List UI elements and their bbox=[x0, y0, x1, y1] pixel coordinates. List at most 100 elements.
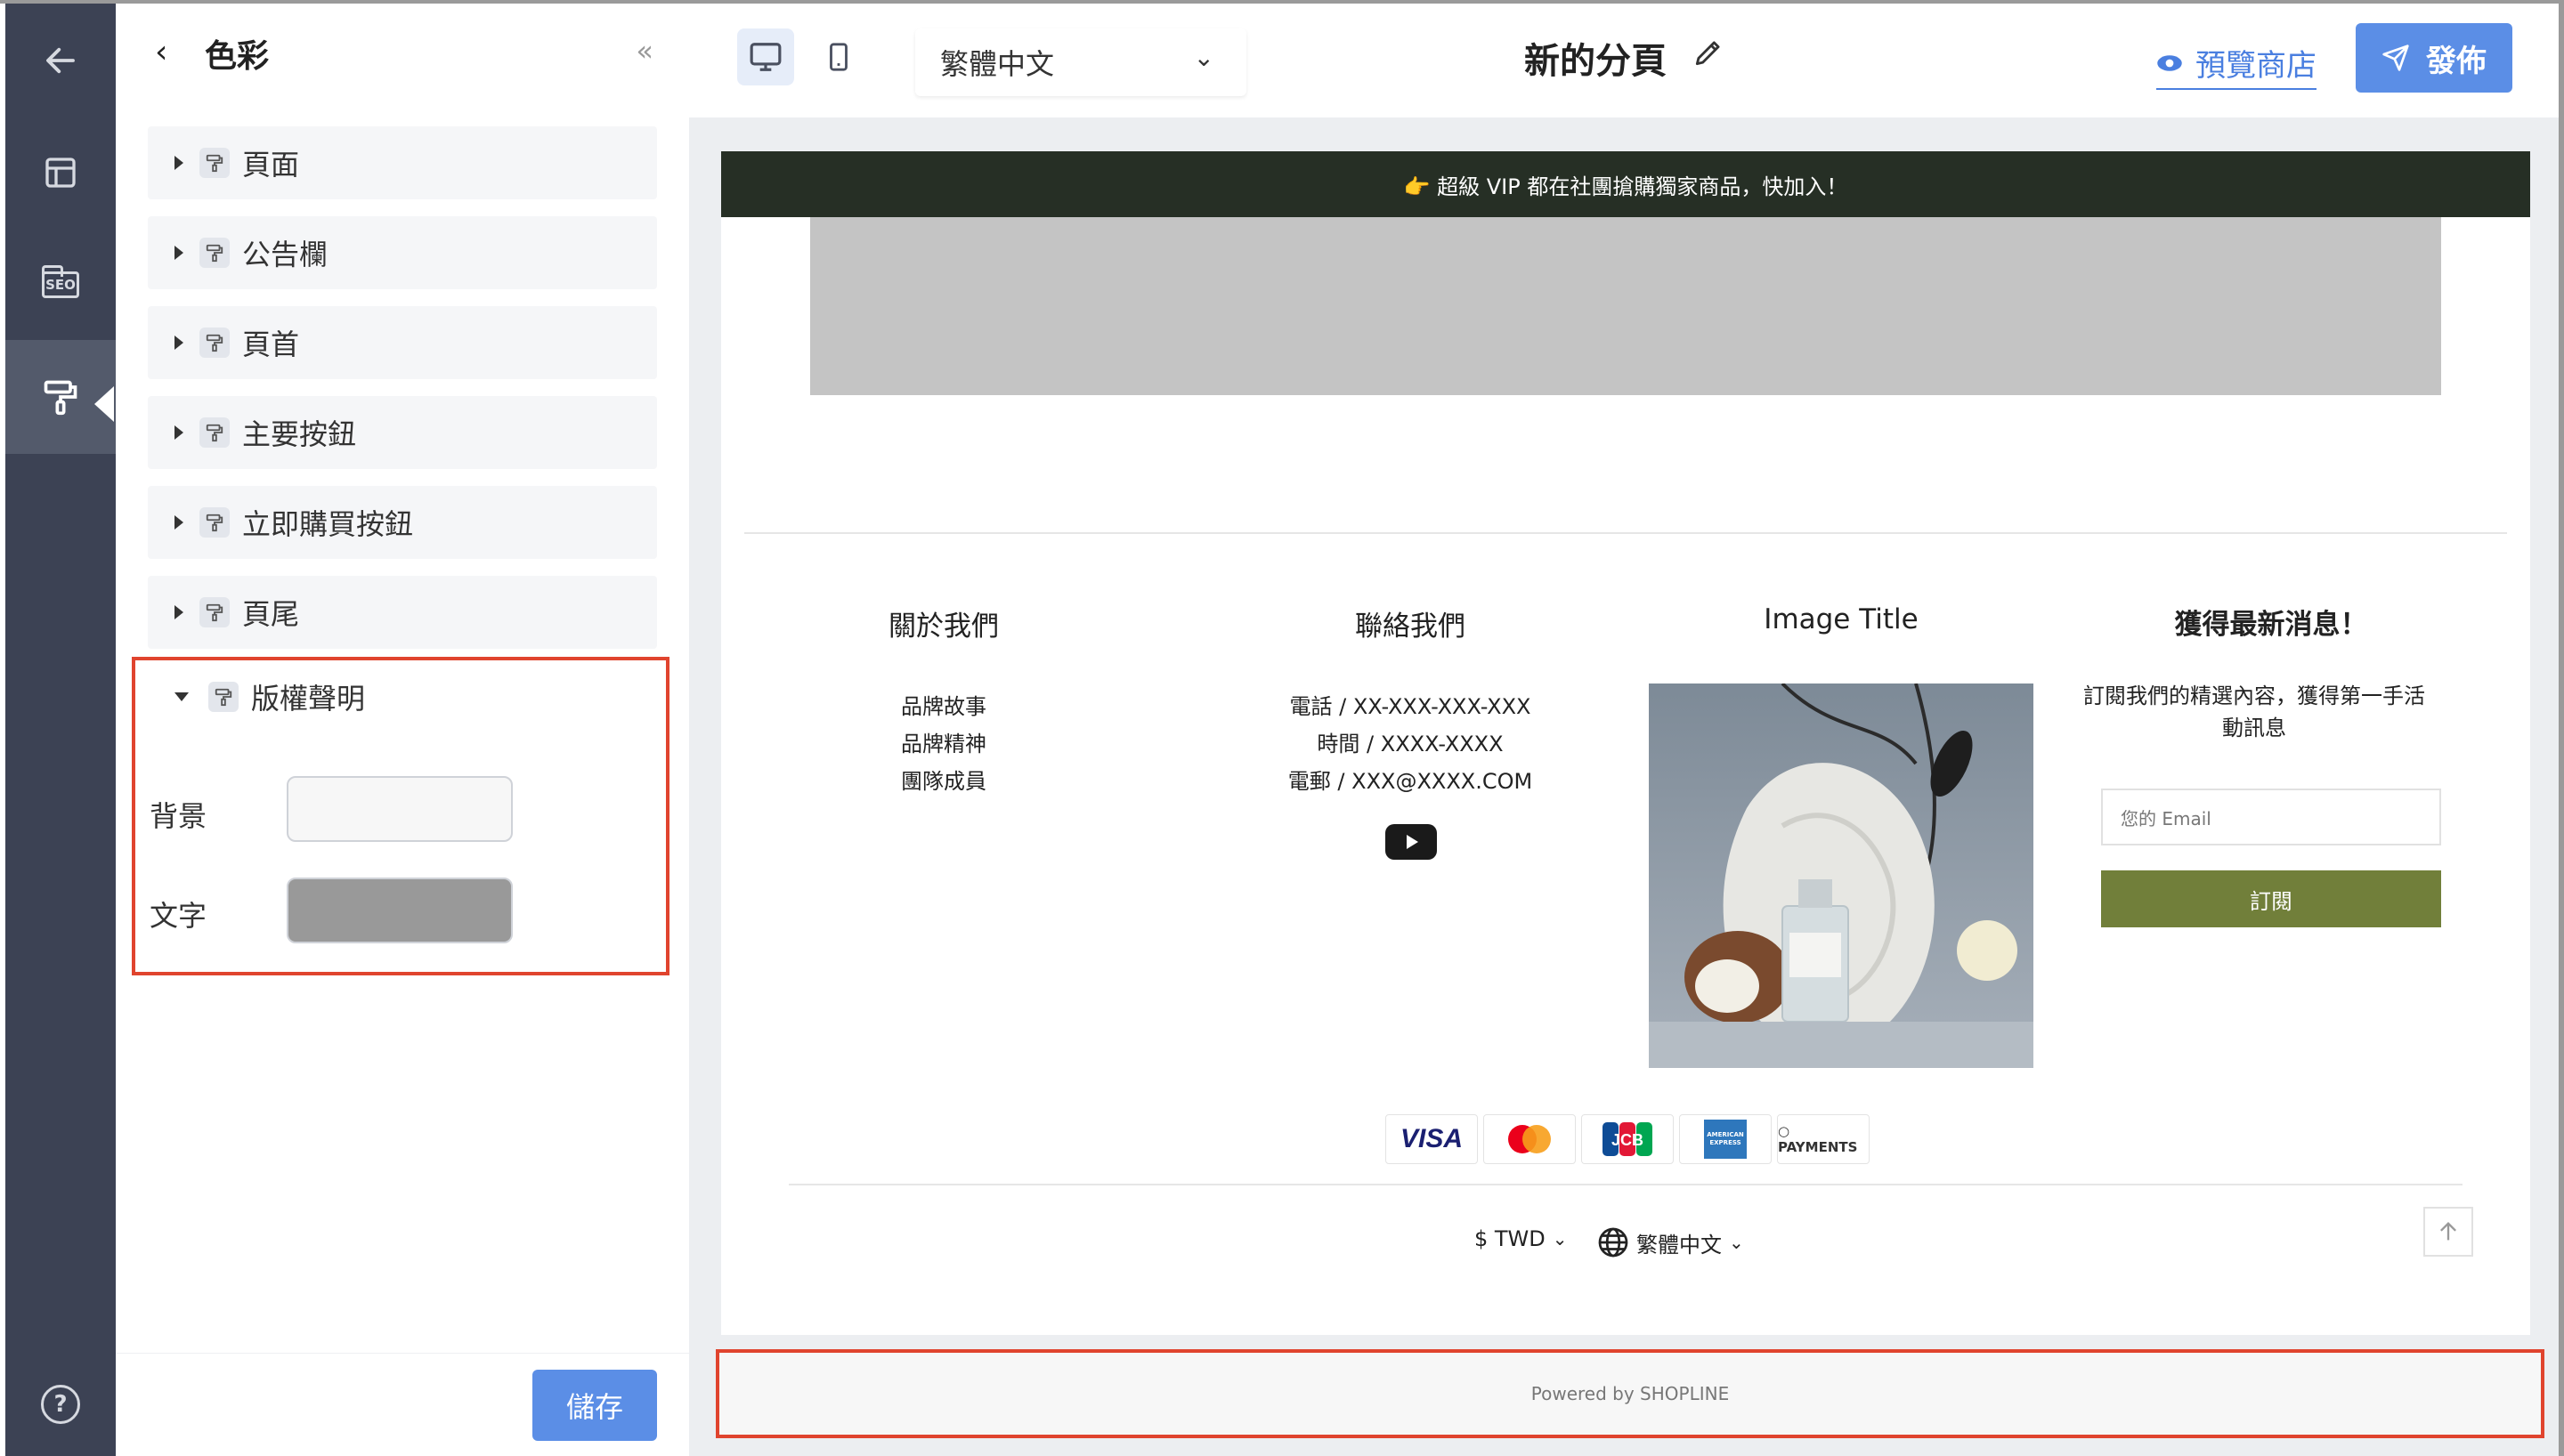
arrow-up-icon bbox=[2440, 1222, 2456, 1241]
seo-icon: SEO bbox=[42, 265, 79, 298]
language-select[interactable]: 繁體中文 ⌄ bbox=[915, 28, 1246, 96]
contact-hours: 時間 / XXXX-XXXX bbox=[1317, 732, 1504, 756]
window-frame-right bbox=[2559, 0, 2564, 1456]
section-label: 頁尾 bbox=[242, 597, 300, 631]
layout-icon bbox=[45, 158, 76, 188]
section-primary-button[interactable]: 主要按鈕 bbox=[148, 396, 657, 469]
store-language-selector[interactable]: 繁體中文 ⌄ bbox=[1597, 1226, 1744, 1258]
subscribe-button[interactable]: 訂閱 bbox=[2101, 870, 2441, 927]
editor-topbar: 繁體中文 ⌄ 新的分頁 預覽商店 發佈 bbox=[689, 4, 2559, 117]
section-label: 頁首 bbox=[242, 328, 300, 361]
language-select-value: 繁體中文 bbox=[940, 47, 1055, 81]
copyright-bar[interactable]: Powered by SHOPLINE bbox=[716, 1349, 2544, 1438]
currency-selector[interactable]: $ TWD ⌄ bbox=[1474, 1226, 1568, 1251]
background-color-swatch[interactable] bbox=[287, 776, 513, 842]
contact-us-title: 聯絡我們 bbox=[1355, 611, 1465, 643]
paint-roller-icon bbox=[199, 238, 230, 268]
about-link-brand-spirit[interactable]: 品牌精神 bbox=[837, 726, 1051, 757]
seo-button[interactable]: SEO bbox=[5, 228, 116, 342]
footer-bottom-divider bbox=[789, 1184, 2463, 1185]
section-copyright-header[interactable]: 版權聲明 bbox=[151, 660, 661, 733]
about-link-team[interactable]: 團隊成員 bbox=[837, 764, 1051, 795]
image-title: Image Title bbox=[1764, 603, 1919, 635]
section-label: 版權聲明 bbox=[251, 682, 366, 716]
back-chevron-icon[interactable]: ‹ bbox=[155, 34, 167, 70]
preview-store-link[interactable]: 預覽商店 bbox=[2156, 41, 2317, 90]
section-copyright-expanded: 版權聲明 背景 文字 bbox=[132, 657, 669, 975]
amex-icon: AMERICAN EXPRESS bbox=[1679, 1114, 1772, 1164]
copyright-text: Powered by SHOPLINE bbox=[1530, 1383, 1730, 1404]
section-announcement[interactable]: 公告欄 bbox=[148, 216, 657, 289]
section-buy-now-button[interactable]: 立即購買按鈕 bbox=[148, 486, 657, 559]
chevron-down-icon: ⌄ bbox=[1729, 1232, 1744, 1253]
pencil-icon[interactable] bbox=[1692, 36, 1725, 73]
footer-product-image bbox=[1649, 684, 2033, 1068]
paint-roller-icon bbox=[199, 507, 230, 538]
text-color-label: 文字 bbox=[150, 899, 207, 933]
back-arrow-button[interactable] bbox=[5, 4, 116, 117]
publish-button[interactable]: 發佈 bbox=[2356, 23, 2512, 93]
newsletter-email-input[interactable]: 您的 Email bbox=[2101, 789, 2441, 845]
globe-icon bbox=[1598, 1227, 1628, 1258]
chevron-down-icon: ⌄ bbox=[1193, 43, 1214, 72]
section-label: 立即購買按鈕 bbox=[242, 507, 414, 541]
panel-footer: 儲存 bbox=[116, 1353, 689, 1456]
publish-label: 發佈 bbox=[2426, 43, 2487, 79]
contact-phone: 電話 / XX-XXX-XXX-XXX bbox=[1289, 694, 1531, 719]
mobile-view-button[interactable] bbox=[810, 28, 867, 85]
active-indicator bbox=[94, 386, 114, 422]
chevron-down-icon: ⌄ bbox=[1552, 1228, 1568, 1250]
newsletter-title: 獲得最新消息！ bbox=[2174, 609, 2368, 641]
background-color-label: 背景 bbox=[150, 799, 207, 833]
expand-triangle-icon bbox=[174, 425, 183, 440]
expand-triangle-icon bbox=[174, 605, 183, 619]
footer-divider bbox=[744, 532, 2507, 534]
mobile-icon bbox=[830, 43, 848, 71]
payments-icon: ○ PAYMENTS bbox=[1777, 1114, 1870, 1164]
paint-roller-icon bbox=[208, 682, 239, 712]
collapse-triangle-icon bbox=[174, 692, 189, 701]
paint-roller-icon bbox=[199, 417, 230, 448]
section-label: 頁面 bbox=[242, 148, 300, 182]
help-icon[interactable]: ? bbox=[41, 1385, 80, 1424]
about-us-title: 關於我們 bbox=[888, 611, 999, 643]
send-icon bbox=[2382, 44, 2409, 71]
eye-icon bbox=[2157, 54, 2182, 71]
youtube-icon[interactable] bbox=[1385, 824, 1437, 860]
expand-triangle-icon bbox=[174, 246, 183, 260]
panel-header: ‹ 色彩 « bbox=[116, 4, 689, 107]
back-to-top-button[interactable] bbox=[2423, 1207, 2473, 1257]
section-label: 主要按鈕 bbox=[242, 417, 357, 451]
desktop-view-button[interactable] bbox=[737, 28, 794, 85]
save-button[interactable]: 儲存 bbox=[532, 1370, 657, 1441]
paint-roller-icon bbox=[199, 328, 230, 358]
expand-triangle-icon bbox=[174, 156, 183, 170]
paint-roller-icon bbox=[44, 380, 77, 416]
page-title: 新的分頁 bbox=[1524, 41, 1667, 82]
about-link-brand-story[interactable]: 品牌故事 bbox=[837, 689, 1051, 720]
mastercard-icon bbox=[1483, 1114, 1576, 1164]
expand-triangle-icon bbox=[174, 336, 183, 350]
visa-icon: VISA bbox=[1385, 1114, 1478, 1164]
announcement-bar[interactable]: 👉 超級 VIP 都在社團搶購獨家商品，快加入！ bbox=[721, 151, 2530, 217]
layout-button[interactable] bbox=[5, 116, 116, 230]
collapse-panel-icon[interactable]: « bbox=[636, 34, 653, 68]
store-language-value: 繁體中文 bbox=[1636, 1232, 1722, 1258]
section-header[interactable]: 頁首 bbox=[148, 306, 657, 379]
desktop-icon bbox=[750, 43, 782, 71]
paint-roller-icon bbox=[199, 597, 230, 627]
arrow-left-icon bbox=[46, 47, 75, 74]
panel-title: 色彩 bbox=[205, 38, 270, 75]
paint-roller-icon bbox=[199, 148, 230, 178]
expand-triangle-icon bbox=[174, 515, 183, 530]
section-label: 公告欄 bbox=[242, 238, 329, 271]
section-footer[interactable]: 頁尾 bbox=[148, 576, 657, 649]
currency-value: $ TWD bbox=[1474, 1226, 1546, 1251]
section-page[interactable]: 頁面 bbox=[148, 126, 657, 199]
newsletter-text: 訂閱我們的精選內容，獲得第一手活動訊息 bbox=[2083, 684, 2425, 740]
colors-panel: ‹ 色彩 « 頁面 公告欄 頁首 主要按鈕 立即購買按鈕 頁尾 版權聲明 背景 … bbox=[116, 4, 689, 1456]
content-placeholder bbox=[810, 217, 2441, 395]
store-preview: 👉 超級 VIP 都在社團搶購獨家商品，快加入！ 關於我們 品牌故事 品牌精神 … bbox=[721, 151, 2530, 1335]
email-placeholder: 您的 Email bbox=[2121, 807, 2211, 829]
text-color-swatch[interactable] bbox=[287, 878, 513, 943]
